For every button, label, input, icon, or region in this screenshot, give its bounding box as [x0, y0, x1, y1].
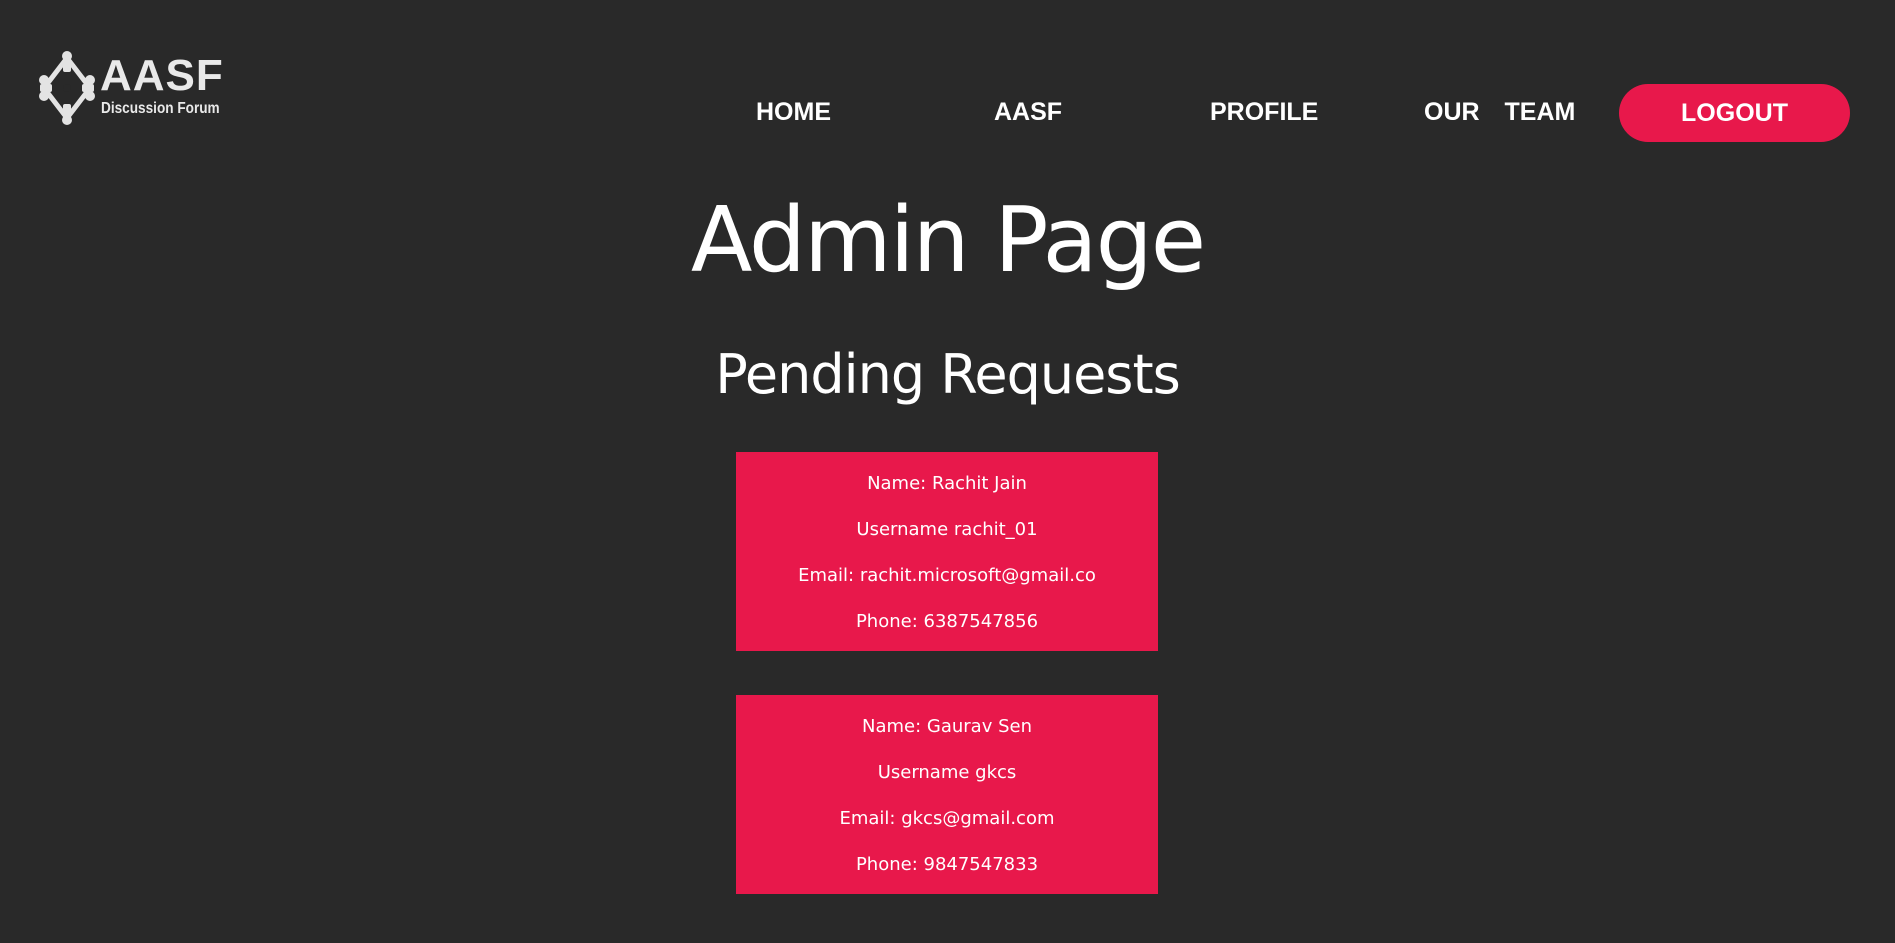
request-email: Email: gkcs@gmail.com — [839, 808, 1055, 829]
nav-aasf-link[interactable]: AASF — [994, 84, 1062, 140]
page-title: Admin Page — [690, 188, 1206, 293]
request-name: Name: Gaurav Sen — [862, 716, 1032, 737]
pending-request-card[interactable]: Name: Rachit Jain Username rachit_01 Ema… — [736, 452, 1158, 651]
request-name: Name: Rachit Jain — [867, 473, 1027, 494]
pending-request-card[interactable]: Name: Gaurav Sen Username gkcs Email: gk… — [736, 695, 1158, 894]
site-logo[interactable]: AASF Discussion Forum — [38, 50, 223, 126]
nav-home-link[interactable]: HOME — [756, 84, 831, 140]
nav-our-team-link[interactable]: OUR TEAM — [1424, 84, 1575, 140]
request-email: Email: rachit.microsoft@gmail.co — [798, 565, 1096, 586]
logo-subtitle: Discussion Forum — [101, 100, 220, 117]
request-phone: Phone: 6387547856 — [855, 611, 1039, 632]
nav-profile-link[interactable]: PROFILE — [1210, 84, 1318, 140]
linked-figures-emblem-icon — [39, 51, 95, 125]
logout-button[interactable]: LOGOUT — [1619, 84, 1850, 142]
logo-title: AASF — [100, 51, 224, 100]
request-phone: Phone: 9847547833 — [855, 854, 1039, 875]
request-username: Username rachit_01 — [856, 519, 1038, 540]
section-title: Pending Requests — [715, 343, 1181, 406]
request-username: Username gkcs — [877, 762, 1017, 783]
